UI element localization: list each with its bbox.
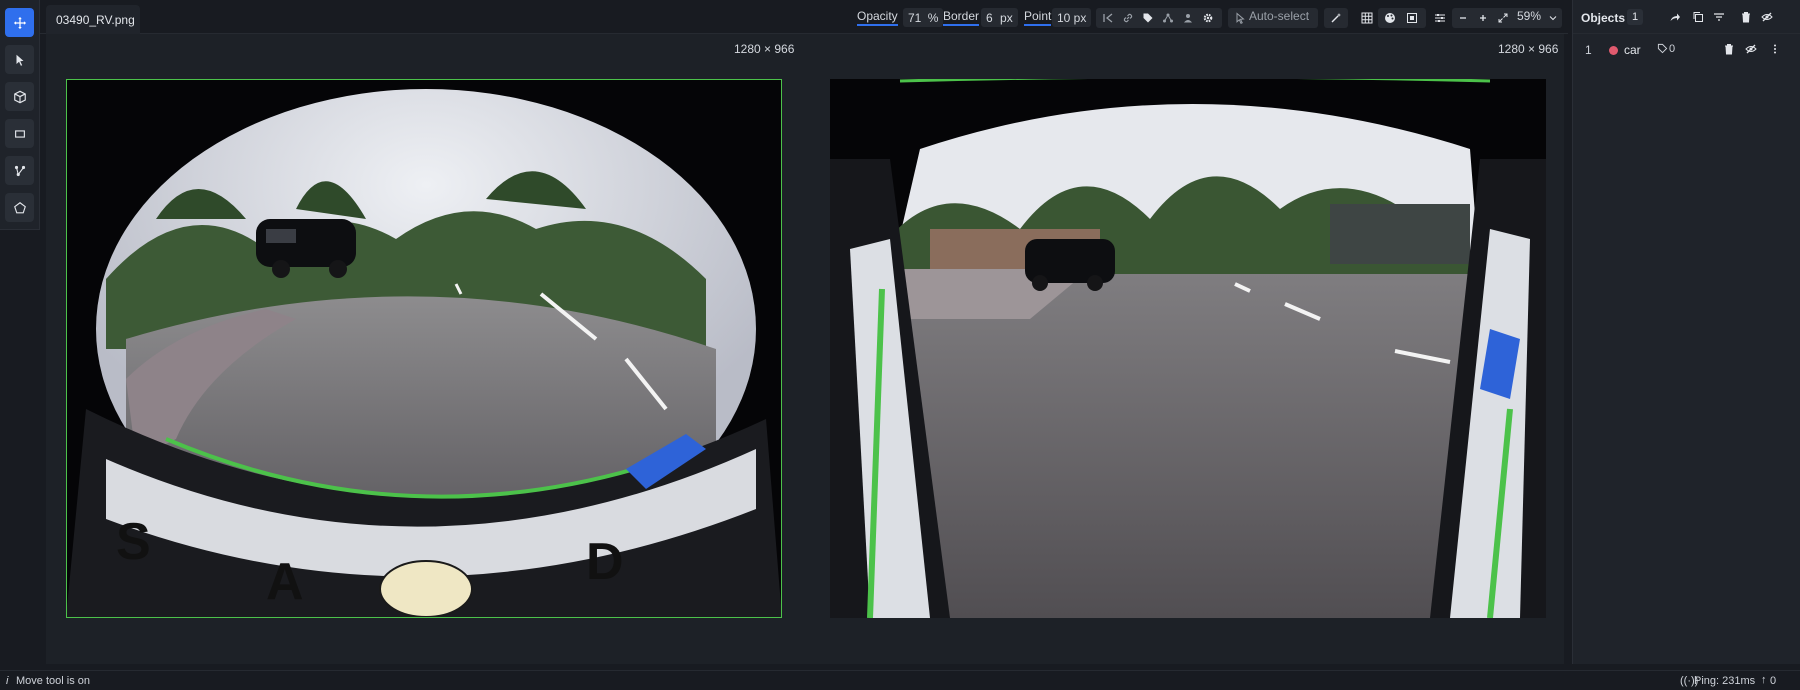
trash-icon[interactable] [1723, 43, 1737, 57]
skip-start-icon[interactable] [1101, 11, 1115, 25]
rectangle-icon [14, 129, 25, 138]
grid-icon[interactable] [1360, 11, 1374, 25]
point-label: Point [1024, 9, 1052, 26]
objects-panel: Objects 1 1 car 0 [1572, 0, 1800, 664]
border-input[interactable]: 6 px [981, 8, 1018, 27]
left-fisheye-image: S A D [66, 79, 782, 618]
left-image-dimensions: 1280 × 966 [734, 42, 795, 56]
fit-icon[interactable] [1496, 11, 1510, 25]
palette-icon[interactable] [1383, 11, 1397, 25]
border-value: 6 [986, 11, 993, 25]
cursor-icon [1233, 11, 1247, 25]
more-vertical-icon[interactable] [1769, 43, 1783, 57]
polyline-tool-button[interactable] [5, 156, 34, 185]
upload-arrow-icon: ↑ [1761, 674, 1767, 686]
objects-count-badge: 1 [1627, 9, 1644, 25]
tag-icon[interactable] [1141, 11, 1155, 25]
link-icon[interactable] [1121, 11, 1135, 25]
file-tab[interactable]: 03490_RV.png [46, 5, 140, 34]
opacity-value: 71 [908, 11, 922, 25]
object-row[interactable]: 1 car 0 [1573, 38, 1800, 60]
cuboid-tool-button[interactable] [5, 82, 34, 111]
status-message: Move tool is on [16, 675, 90, 687]
status-bar: i Move tool is on ((·)) Ping: 231ms ↑ 0 [0, 670, 1800, 690]
border-unit: px [1000, 11, 1013, 25]
right-image-view[interactable] [830, 79, 1546, 618]
object-index: 1 [1585, 43, 1592, 57]
upload-count: 0 [1770, 675, 1777, 687]
auto-select-label: Auto-select [1249, 9, 1310, 23]
rectangle-tool-button[interactable] [5, 119, 34, 148]
object-class-label: car [1624, 43, 1641, 57]
layers-icon[interactable] [1405, 11, 1419, 25]
polyline-icon [14, 165, 25, 176]
move-tool-button[interactable] [5, 8, 34, 37]
eye-off-icon[interactable] [1745, 43, 1759, 57]
tool-sidebar [0, 0, 40, 230]
image-canvas[interactable]: 1280 × 966 1280 × 966 S A D [46, 34, 1564, 664]
filter-icon[interactable] [1713, 11, 1727, 25]
copy-icon[interactable] [1692, 11, 1706, 25]
svg-text:D: D [586, 533, 624, 591]
opacity-unit: % [927, 11, 939, 25]
zoom-in-icon[interactable] [1476, 11, 1490, 25]
share-icon[interactable] [1669, 11, 1683, 25]
left-image-view[interactable]: S A D [66, 79, 782, 618]
select-tool-button[interactable] [5, 45, 34, 74]
eye-off-icon[interactable] [1761, 11, 1775, 25]
sliders-icon[interactable] [1433, 11, 1447, 25]
person-icon[interactable] [1181, 11, 1195, 25]
trash-icon[interactable] [1740, 11, 1754, 25]
cursor-icon [16, 54, 23, 66]
hierarchy-icon[interactable] [1161, 11, 1175, 25]
chevron-down-icon[interactable] [1546, 11, 1560, 25]
objects-title: Objects [1581, 11, 1626, 25]
pentagon-icon [13, 201, 26, 213]
objects-header: Objects 1 [1573, 0, 1800, 34]
ping-indicator: Ping: 231ms [1694, 675, 1756, 687]
point-input[interactable]: 10 px [1052, 8, 1092, 27]
zoom-value[interactable]: 59% [1517, 9, 1541, 23]
opacity-input[interactable]: 71 % [903, 8, 944, 27]
opacity-label: Opacity [857, 9, 898, 26]
top-toolbar: 03490_RV.png Opacity 71 % Border 6 px Po… [40, 0, 1568, 34]
tag-icon [1657, 43, 1668, 57]
cube-icon [13, 90, 26, 103]
info-icon: i [6, 675, 9, 687]
object-color-dot [1609, 46, 1618, 55]
border-label: Border [943, 9, 980, 26]
polygon-tool-button[interactable] [5, 193, 34, 222]
gear-icon[interactable] [1201, 11, 1215, 25]
right-rectified-image [830, 79, 1546, 618]
svg-text:A: A [266, 553, 304, 611]
move-icon [13, 16, 26, 29]
object-tag-count: 0 [1669, 43, 1676, 55]
svg-text:S: S [116, 513, 151, 571]
right-image-dimensions: 1280 × 966 [1498, 42, 1559, 56]
zoom-out-icon[interactable] [1456, 11, 1470, 25]
magic-wand-icon [1329, 11, 1343, 25]
